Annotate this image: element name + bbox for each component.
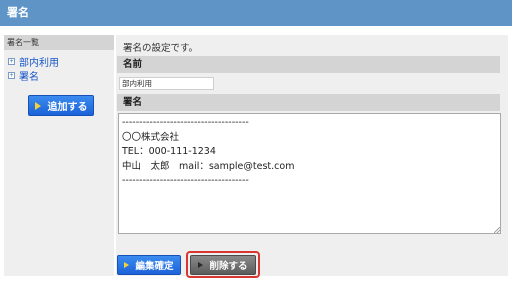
- name-input[interactable]: [119, 77, 214, 90]
- add-button[interactable]: 追加する: [28, 95, 94, 116]
- expand-icon: +: [8, 71, 15, 79]
- name-section-label: 名前: [117, 56, 500, 73]
- page-title-bar: 署名: [0, 0, 512, 26]
- play-arrow-icon: [124, 262, 130, 268]
- confirm-button-label: 編集確定: [135, 261, 174, 272]
- signature-textarea[interactable]: ------------------------------------- 〇〇…: [118, 113, 501, 234]
- sidebar-item-signature[interactable]: + 署名: [8, 68, 114, 83]
- play-arrow-icon: [198, 262, 204, 268]
- sidebar: 署名一覧 + 部内利用 + 署名 追加する: [4, 35, 114, 276]
- sidebar-item-label: 署名: [19, 71, 39, 83]
- sidebar-item-label: 部内利用: [19, 57, 59, 69]
- signature-section-label: 署名: [117, 94, 500, 111]
- signature-settings-panel: 署名の設定です。 名前 署名 -------------------------…: [116, 35, 508, 278]
- sidebar-heading: 署名一覧: [4, 35, 114, 50]
- add-button-label: 追加する: [47, 102, 88, 113]
- expand-icon: +: [8, 57, 15, 65]
- resize-grip-icon[interactable]: [494, 227, 500, 233]
- page-title: 署名: [7, 6, 29, 19]
- settings-description: 署名の設定です。: [123, 43, 199, 54]
- delete-button[interactable]: 削除する: [190, 255, 256, 275]
- confirm-edit-button[interactable]: 編集確定: [117, 255, 181, 275]
- play-arrow-icon: [34, 101, 41, 110]
- delete-button-label: 削除する: [209, 261, 248, 272]
- sidebar-item-internal-use[interactable]: + 部内利用: [8, 54, 114, 69]
